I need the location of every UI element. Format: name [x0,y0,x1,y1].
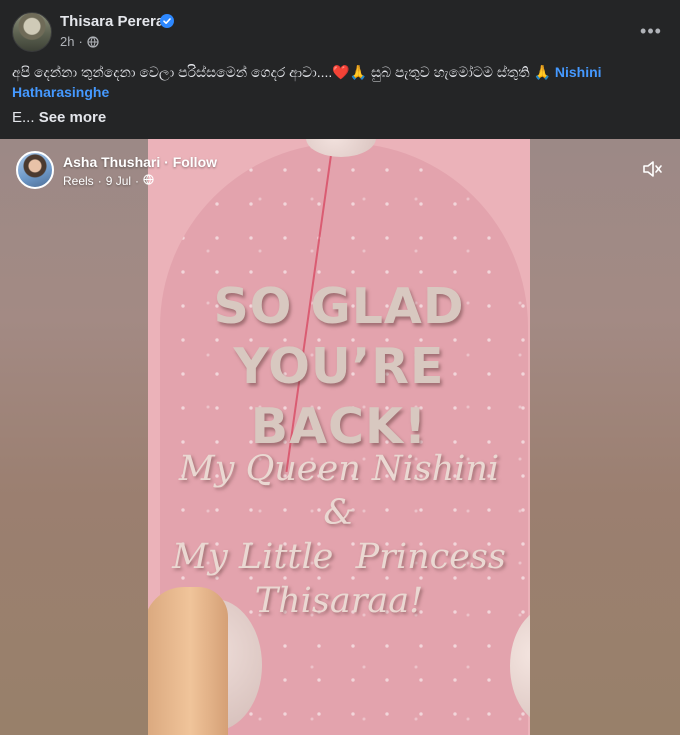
post-body: අපි දෙන්නා තුන්දෙනා වෙලා පරිස්සමෙන් ගෙදර… [12,62,662,102]
script-line: My Little Princess [172,537,506,577]
more-options-button[interactable]: ••• [636,16,666,46]
see-more-button[interactable]: See more [39,109,107,126]
reel-source[interactable]: Reels [63,174,94,188]
reel-author-line: Asha Thushari · Follow [63,154,217,170]
reel-player[interactable]: SO GLAD YOU’RE BACK! My Queen Nishini & … [0,139,680,735]
mute-button[interactable] [638,157,666,185]
author-avatar[interactable] [12,12,52,52]
headline-line: SO GLAD [213,278,465,335]
speaker-muted-icon [641,158,663,185]
reel-author-avatar[interactable] [16,151,54,189]
script-line: My Queen Nishini [178,449,500,489]
post-time[interactable]: 2h [60,34,74,49]
truncated-text: E... [12,109,35,126]
reel-video[interactable]: SO GLAD YOU’RE BACK! My Queen Nishini & … [148,139,530,735]
author-name[interactable]: Thisara Perera [60,13,164,30]
headline-line: YOU’RE BACK! [233,338,445,455]
follow-button[interactable]: · Follow [164,154,217,170]
globe-icon [143,174,154,188]
reel-headline: SO GLAD YOU’RE BACK! [148,277,530,457]
reel-meta: Reels · 9 Jul · [63,174,154,188]
post-header: Thisara Perera 2h · ••• [0,0,680,60]
reel-date[interactable]: 9 Jul [106,174,131,188]
verified-badge-icon [160,14,174,28]
see-more-row: E... See more [12,108,106,128]
post-body-text: අපි දෙන්නා තුන්දෙනා වෙලා පරිස්සමෙන් ගෙදර… [12,64,551,80]
script-line: & [323,493,355,533]
reel-script-text: My Queen Nishini & My Little Princess Th… [148,447,530,623]
more-options-icon: ••• [640,20,662,41]
globe-icon[interactable] [87,35,99,48]
script-line: Thisaraa! [254,581,424,621]
post-meta: 2h · [60,34,99,49]
reel-author-name[interactable]: Asha Thushari [63,154,160,170]
